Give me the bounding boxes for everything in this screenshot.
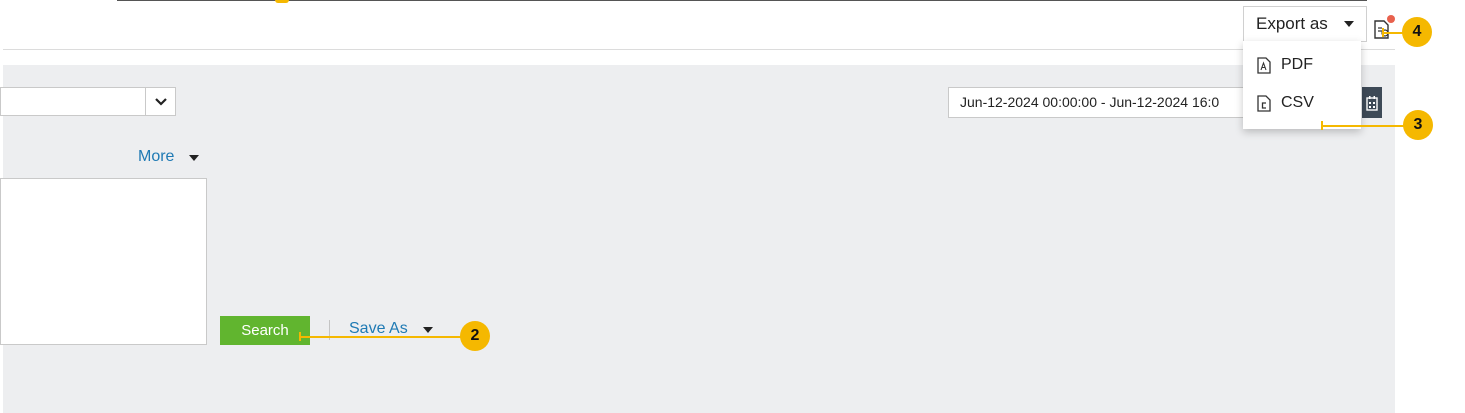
- export-dropdown-menu: PDF CSV: [1243, 41, 1361, 129]
- callout-4-badge: 4: [1402, 17, 1432, 47]
- callout-3-badge: 3: [1403, 110, 1433, 140]
- caret-down-icon: [189, 155, 199, 161]
- callout-3-line: [1322, 125, 1408, 127]
- pdf-file-icon: [1257, 56, 1271, 74]
- search-button[interactable]: Search: [220, 316, 310, 345]
- more-link[interactable]: More: [138, 148, 174, 166]
- caret-down-icon: [1344, 21, 1354, 27]
- caret-down-icon: [423, 327, 433, 333]
- calendar-button[interactable]: [1362, 87, 1382, 118]
- csv-file-icon: [1257, 94, 1271, 112]
- callout-2-line: [300, 336, 464, 338]
- chevron-down-icon: [155, 97, 167, 106]
- select-dropdown-button[interactable]: [145, 87, 176, 116]
- export-pdf-option[interactable]: PDF: [1243, 47, 1361, 83]
- notification-dot: [1387, 15, 1395, 23]
- header-separator: [3, 49, 1395, 50]
- query-textarea[interactable]: [0, 178, 207, 345]
- callout-4-tick: [1382, 28, 1384, 37]
- callout-2-tick: [299, 332, 301, 341]
- date-range-field[interactable]: Jun-12-2024 00:00:00 - Jun-12-2024 16:0: [948, 87, 1248, 118]
- export-as-label: Export as: [1256, 14, 1328, 33]
- export-csv-option[interactable]: CSV: [1243, 85, 1361, 121]
- top-border-line: [117, 0, 1367, 1]
- callout-3-tick: [1321, 121, 1323, 130]
- callout-2-badge: 2: [460, 321, 490, 351]
- export-pdf-label: PDF: [1281, 56, 1313, 73]
- top-marker: [275, 0, 289, 3]
- export-csv-label: CSV: [1281, 94, 1314, 111]
- calendar-icon: [1366, 95, 1378, 111]
